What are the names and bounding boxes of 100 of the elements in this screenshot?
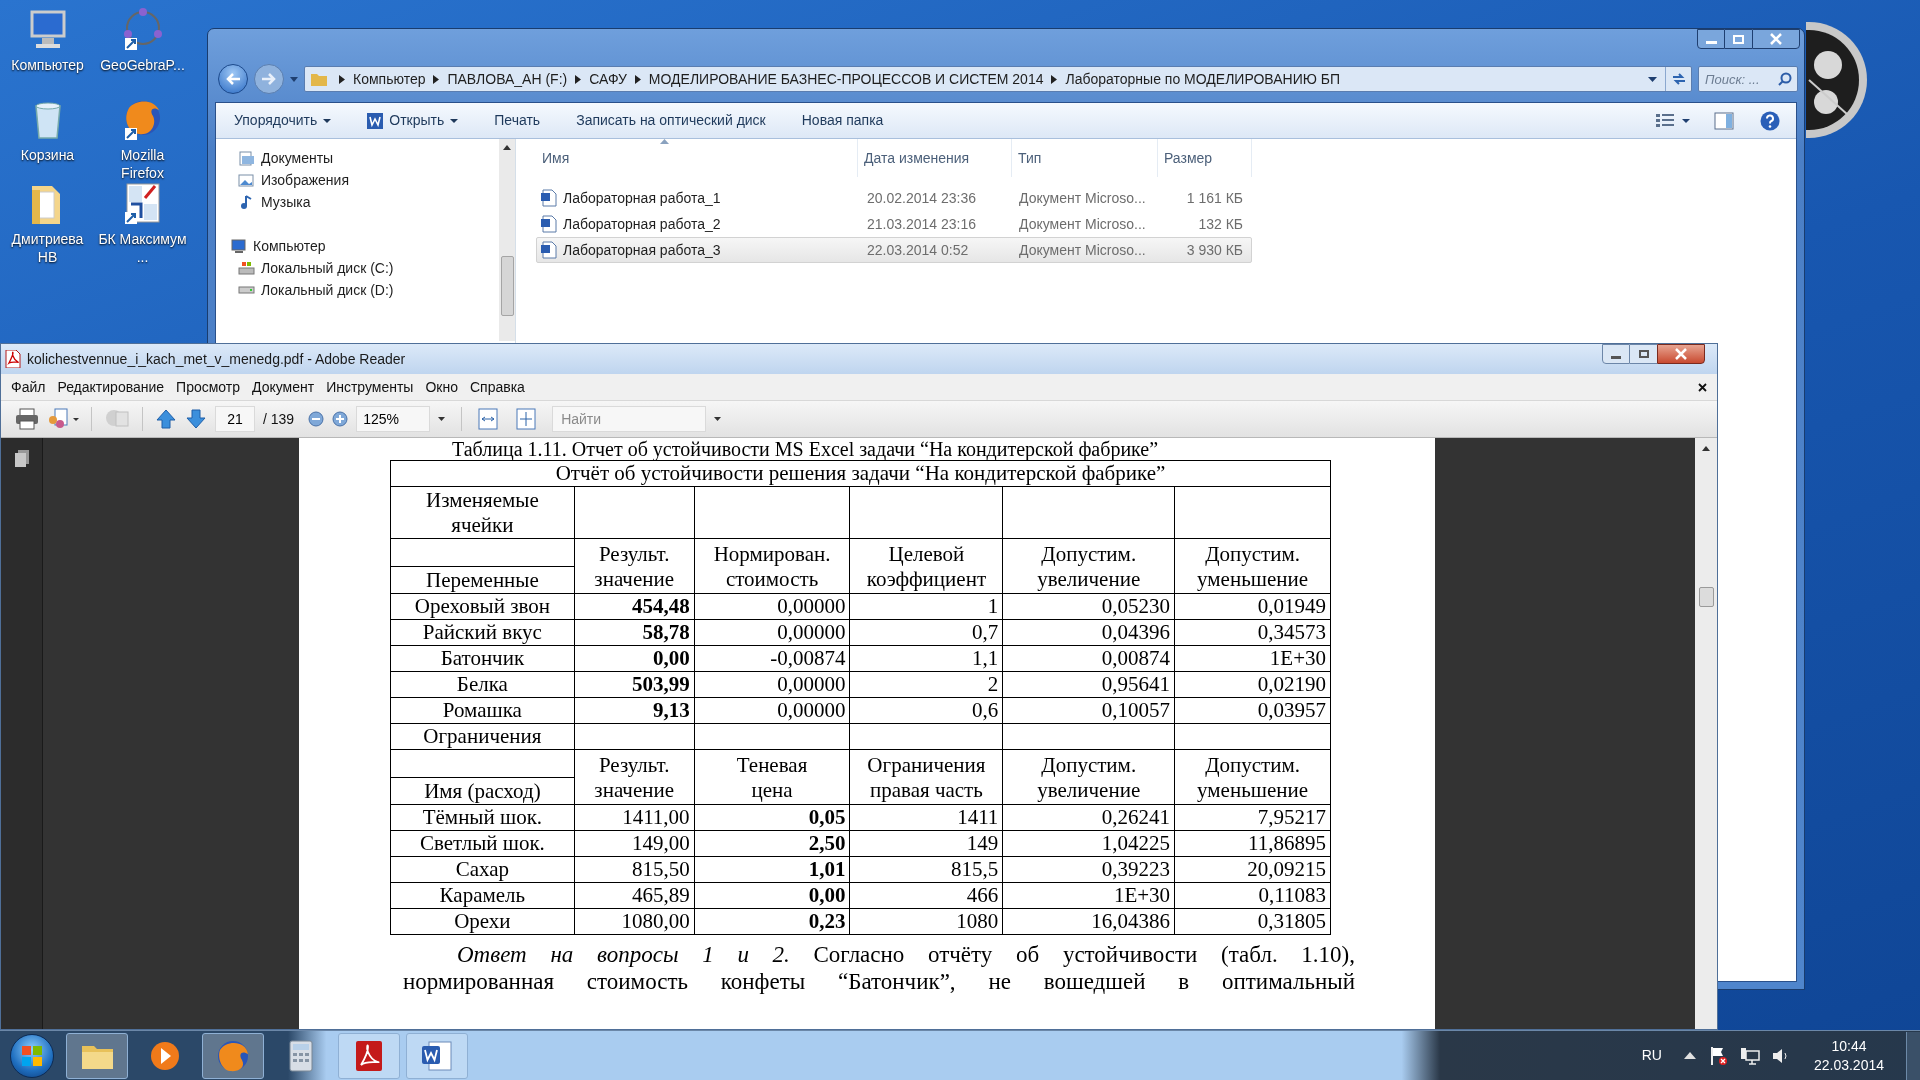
scrollbar[interactable] <box>499 139 515 341</box>
breadcrumb[interactable]: Лабораторные по МОДЕЛИРОВАНИЮ БП <box>1065 68 1340 90</box>
fit-width-icon[interactable] <box>478 408 499 430</box>
start-button[interactable] <box>10 1033 54 1078</box>
table-cell: Орехи <box>390 908 575 935</box>
show-desktop-button[interactable] <box>1906 1031 1920 1080</box>
nav-item[interactable]: Компьютер <box>253 235 326 257</box>
zoom-field[interactable]: 125% <box>356 406 431 432</box>
table-cell: 11,86895 <box>1174 830 1331 857</box>
table-cell: 0,39223 <box>1002 856 1175 883</box>
breadcrumb[interactable]: МОДЕЛИРОВАНИЕ БАЗНЕС-ПРОЦЕССОВ И СИСТЕМ 2014 <box>648 68 1044 90</box>
documents-icon <box>238 150 255 166</box>
table-cell: 1411 <box>850 804 1003 831</box>
breadcrumb-arrow-icon[interactable] <box>634 74 641 84</box>
history-caret-icon[interactable] <box>290 76 298 82</box>
scrollbar-thumb[interactable] <box>500 256 514 316</box>
taskbar-button[interactable] <box>202 1032 264 1079</box>
column-header: Имя (расход) <box>390 777 575 805</box>
menu-item[interactable]: Документ <box>246 376 321 398</box>
pages-icon[interactable] <box>13 450 30 468</box>
desktop-icon-label[interactable]: Компьютер <box>2 56 93 74</box>
desktop-icon-label[interactable]: Mozilla Firefox <box>97 146 188 182</box>
file-row[interactable]: Лабораторная работа_3 22.03.2014 0:52 Документ Microso... 3 930 КБ <box>536 237 1252 263</box>
scrollbar-thumb[interactable] <box>1698 587 1714 607</box>
desktop-icon-label[interactable]: GeoGebraP... <box>97 56 188 74</box>
menu-item[interactable]: Справка <box>463 376 531 398</box>
breadcrumb[interactable]: ПАВЛОВА_АН (F:) <box>447 68 568 90</box>
column-header[interactable]: Тип <box>1012 139 1158 177</box>
nav-item[interactable]: Локальный диск (C:) <box>261 257 394 279</box>
forward-button[interactable] <box>254 64 284 94</box>
nav-item[interactable]: Музыка <box>261 191 311 213</box>
share-document-icon[interactable] <box>47 408 79 430</box>
column-header[interactable]: Размер <box>1158 139 1252 177</box>
close-document-icon[interactable] <box>1698 382 1707 392</box>
column-header: Нормирован. стоимость <box>694 538 850 594</box>
table-cell: Райский вкус <box>390 619 575 646</box>
address-bar[interactable]: Компьютер ПАВЛОВА_АН (F:) САФУ МОДЕЛИРОВАНИЕ БАЗНЕС-ПРОЦЕССОВ И СИСТЕМ 2014 Лабораторные по МОДЕЛИРОВАНИЮ БП <box>304 66 1692 92</box>
breadcrumb[interactable]: Компьютер <box>353 68 426 90</box>
zoom-out-icon[interactable] <box>308 411 325 427</box>
menu-item[interactable]: Редактирование <box>51 376 171 398</box>
clock-time[interactable]: 10:44 <box>1831 1036 1867 1056</box>
back-button[interactable] <box>218 64 248 94</box>
page-number-field[interactable]: 21 <box>215 406 255 432</box>
table-cell: 0,00000 <box>694 593 850 620</box>
breadcrumb[interactable]: САФУ <box>589 68 627 90</box>
network-icon[interactable] <box>1739 1046 1760 1065</box>
file-row[interactable]: Лабораторная работа_1 20.02.2014 23:36 Документ Microso... 1 161 КБ <box>536 185 1252 211</box>
breadcrumb-arrow-icon[interactable] <box>1051 74 1058 84</box>
close-button[interactable] <box>1752 29 1800 49</box>
dropdown-caret-icon[interactable] <box>714 417 722 421</box>
desktop-icon-label[interactable]: БК Максимум ... <box>97 230 188 266</box>
toolbar-button[interactable]: Упорядочить <box>226 106 340 135</box>
find-field[interactable]: Найти <box>552 406 707 432</box>
dropdown-caret-icon[interactable] <box>438 417 446 421</box>
table-cell: 1411,00 <box>574 804 695 831</box>
dropdown-caret-icon[interactable] <box>1648 76 1657 82</box>
column-header[interactable]: Дата изменения <box>858 139 1012 177</box>
flag-icon[interactable] <box>1709 1045 1728 1066</box>
printer-icon[interactable] <box>15 408 39 430</box>
menu-item[interactable]: Просмотр <box>170 376 246 398</box>
menu-item[interactable]: Окно <box>419 376 464 398</box>
scrollbar[interactable] <box>1695 438 1717 1029</box>
next-page-icon[interactable] <box>185 408 207 430</box>
toolbar-button[interactable]: Открыть <box>359 106 467 135</box>
zoom-in-icon[interactable] <box>332 411 349 427</box>
table-cell: 0,23 <box>694 908 850 935</box>
close-button[interactable] <box>1657 344 1705 364</box>
file-row[interactable]: Лабораторная работа_2 21.03.2014 23:16 Документ Microso... 132 КБ <box>536 211 1252 237</box>
search-field[interactable]: Поиск: ... <box>1698 66 1798 92</box>
desktop-icon-label[interactable]: Корзина <box>2 146 93 164</box>
taskbar-button[interactable] <box>66 1032 128 1079</box>
minimize-button[interactable] <box>1697 29 1725 49</box>
nav-item[interactable]: Изображения <box>261 169 349 191</box>
taskbar-button[interactable] <box>406 1032 468 1079</box>
taskbar-button[interactable] <box>338 1032 400 1079</box>
toolbar-button[interactable]: Новая папка <box>793 106 892 135</box>
maximize-button[interactable] <box>1630 344 1657 364</box>
volume-icon[interactable] <box>1771 1046 1790 1065</box>
toolbar-button[interactable]: Записать на оптический диск <box>568 106 774 135</box>
help-icon[interactable] <box>1760 110 1780 131</box>
breadcrumb-arrow-icon[interactable] <box>339 74 345 84</box>
show-hidden-icons-icon[interactable] <box>1683 1052 1696 1059</box>
scroll-up-icon[interactable] <box>503 145 511 150</box>
breadcrumb-arrow-icon[interactable] <box>575 74 582 84</box>
nav-item[interactable]: Локальный диск (D:) <box>261 279 394 301</box>
breadcrumb-arrow-icon[interactable] <box>433 74 440 84</box>
toolbar-button[interactable]: Печать <box>486 106 549 135</box>
nav-item[interactable]: Документы <box>261 147 334 169</box>
menu-item[interactable]: Инструменты <box>320 376 420 398</box>
maximize-button[interactable] <box>1725 29 1752 49</box>
folder-icon <box>311 72 327 86</box>
view-options-icon[interactable] <box>1656 113 1692 128</box>
scroll-up-icon[interactable] <box>1702 446 1710 451</box>
menu-item[interactable]: Файл <box>5 376 52 398</box>
column-header: Переменные <box>390 566 575 594</box>
minimize-button[interactable] <box>1602 344 1630 364</box>
clock-date[interactable]: 22.03.2014 <box>1813 1055 1884 1075</box>
desktop-icon-label[interactable]: Дмитриева НВ <box>2 230 93 266</box>
language-indicator[interactable]: RU <box>1641 1045 1662 1066</box>
previous-page-icon[interactable] <box>155 408 177 430</box>
